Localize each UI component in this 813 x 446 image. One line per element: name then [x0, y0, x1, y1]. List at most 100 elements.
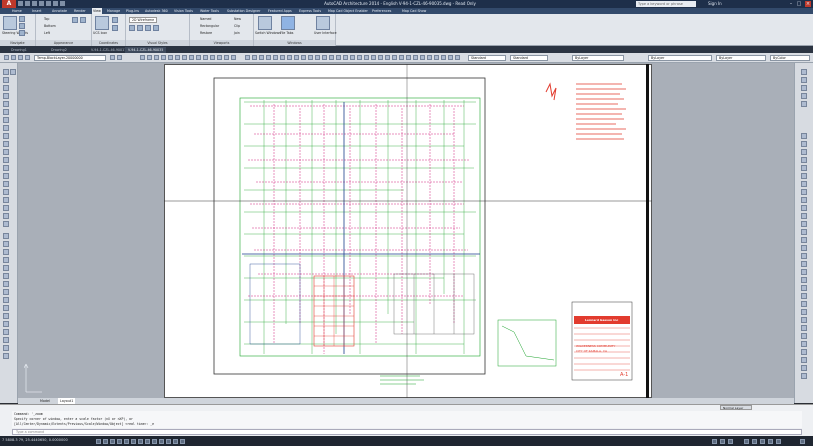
ucs-icon[interactable] — [95, 16, 109, 30]
grid-display-icon[interactable] — [103, 439, 108, 444]
design-center-icon[interactable] — [182, 55, 187, 60]
layer-on-icon[interactable] — [18, 55, 23, 60]
clean-screen-icon[interactable] — [776, 439, 781, 444]
copy-tool-icon[interactable] — [3, 241, 9, 247]
xray-icon[interactable] — [129, 25, 135, 31]
undo-icon[interactable] — [53, 1, 58, 6]
visual-style-dropdown[interactable]: 2D Wireframe — [129, 17, 158, 23]
polar-tracking-icon[interactable] — [117, 439, 122, 444]
dim-text-edit-icon[interactable] — [801, 277, 807, 283]
text-icon[interactable] — [350, 55, 355, 60]
gradient-icon[interactable] — [3, 189, 9, 195]
layer-state-icon[interactable] — [11, 55, 16, 60]
offset-tool-icon[interactable] — [3, 257, 9, 263]
explode-tool-icon[interactable] — [3, 353, 9, 359]
new-icon[interactable] — [18, 1, 23, 6]
snap-mode-icon[interactable] — [96, 439, 101, 444]
user-interface-icon[interactable] — [316, 16, 330, 30]
quick-view-layouts-icon[interactable] — [720, 439, 725, 444]
hyperlink-icon[interactable] — [455, 55, 460, 60]
lineweight-display-icon[interactable] — [159, 439, 164, 444]
snap-nearest-icon[interactable] — [801, 373, 807, 379]
minimize-button[interactable]: – — [788, 1, 794, 7]
color-icon[interactable] — [153, 25, 159, 31]
ucs-origin-icon[interactable] — [112, 25, 118, 31]
zoom-realtime-icon[interactable] — [147, 55, 152, 60]
maximize-button[interactable]: □ — [796, 1, 802, 7]
extend-icon[interactable] — [294, 55, 299, 60]
list-icon[interactable] — [413, 55, 418, 60]
switch-windows-icon[interactable] — [258, 16, 272, 30]
user-interface-label[interactable]: User Interface — [314, 31, 337, 35]
mirror-tool-icon[interactable] — [3, 249, 9, 255]
switch-windows-label[interactable]: Switch Windows — [255, 31, 281, 35]
steering-wheel-icon[interactable] — [3, 16, 17, 30]
quick-view-drawings-icon[interactable] — [728, 439, 733, 444]
zoom-extents-icon[interactable] — [168, 55, 173, 60]
view-top-icon[interactable] — [19, 16, 25, 22]
region-icon[interactable] — [3, 197, 9, 203]
sheet-set-icon[interactable] — [196, 55, 201, 60]
extend-tool-icon[interactable] — [3, 313, 9, 319]
showmotion-icon[interactable] — [801, 101, 807, 107]
rectangular-viewport-button[interactable]: Rectangular — [200, 24, 219, 28]
stretch-icon[interactable] — [322, 55, 327, 60]
search-input[interactable]: Type a keyword or phrase — [636, 1, 696, 7]
color-select[interactable]: ByLayer — [572, 55, 624, 61]
layer-select[interactable]: Temp-BlockLayer-20000000 — [34, 55, 106, 61]
dim-angular-icon[interactable] — [801, 189, 807, 195]
application-menu-button[interactable]: A — [2, 0, 16, 8]
trim-icon[interactable] — [287, 55, 292, 60]
layer-properties-icon[interactable] — [4, 55, 9, 60]
plotstyle-select[interactable]: ByColor — [770, 55, 810, 61]
shadow-icon[interactable] — [137, 25, 143, 31]
close-button[interactable]: × — [805, 1, 811, 7]
edge-icon[interactable] — [145, 25, 151, 31]
quick-dim-icon[interactable] — [801, 197, 807, 203]
break-tool-icon[interactable] — [3, 321, 9, 327]
save-icon[interactable] — [32, 1, 37, 6]
scale-tool-icon[interactable] — [3, 289, 9, 295]
named-viewports-button[interactable]: Named — [200, 17, 211, 21]
ole-icon[interactable] — [448, 55, 453, 60]
snap-node-icon[interactable] — [801, 365, 807, 371]
clip-viewport-button[interactable]: Clip — [234, 24, 240, 28]
multiline-text-icon[interactable] — [3, 213, 9, 219]
grid-icon[interactable] — [80, 17, 86, 23]
snap-midpoint-icon[interactable] — [801, 309, 807, 315]
linetype-layer-select[interactable]: ByLayer — [648, 55, 712, 61]
fillet-icon[interactable] — [301, 55, 306, 60]
array-icon[interactable] — [315, 55, 320, 60]
file-tabs-icon[interactable] — [281, 16, 295, 30]
ucs-world-icon[interactable] — [112, 17, 118, 23]
dim-ordinate-icon[interactable] — [801, 157, 807, 163]
orbit-icon[interactable] — [801, 93, 807, 99]
insert-icon[interactable] — [385, 55, 390, 60]
join-tool-icon[interactable] — [3, 329, 9, 335]
make-block-icon[interactable] — [3, 165, 9, 171]
dim-arc-icon[interactable] — [801, 149, 807, 155]
file-tabs-label[interactable]: File Tabs — [280, 31, 293, 35]
customization-icon[interactable] — [800, 439, 805, 444]
isolate-objects-icon[interactable] — [768, 439, 773, 444]
xref-icon[interactable] — [434, 55, 439, 60]
revision-cloud-icon[interactable] — [3, 125, 9, 131]
table-icon[interactable] — [392, 55, 397, 60]
hardware-acceleration-icon[interactable] — [760, 439, 765, 444]
lineweight-select[interactable]: ByLayer — [716, 55, 766, 61]
dim-space-icon[interactable] — [801, 221, 807, 227]
polygon-icon[interactable] — [3, 93, 9, 99]
workspace-switching-icon[interactable] — [744, 439, 749, 444]
fillet-tool-icon[interactable] — [3, 345, 9, 351]
layer-status-badge[interactable]: Normal Layer — [720, 405, 752, 410]
erase-tool-icon[interactable] — [3, 233, 9, 239]
match-properties-icon[interactable] — [217, 55, 222, 60]
zoom-tool-icon[interactable] — [801, 85, 807, 91]
view-left-label[interactable]: Left — [44, 31, 50, 35]
markup-icon[interactable] — [203, 55, 208, 60]
stretch-tool-icon[interactable] — [3, 297, 9, 303]
dim-update-icon[interactable] — [801, 285, 807, 291]
rotate-tool-icon[interactable] — [3, 281, 9, 287]
dim-linear-icon[interactable] — [801, 133, 807, 139]
block-icon[interactable] — [378, 55, 383, 60]
